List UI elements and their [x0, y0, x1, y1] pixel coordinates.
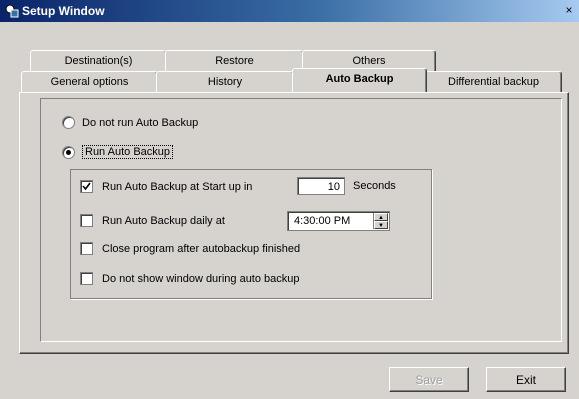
tab-destinations[interactable]: Destination(s) — [30, 50, 167, 71]
radio-run-auto-backup[interactable]: Run Auto Backup — [62, 145, 174, 159]
checkbox-hide-window[interactable] — [80, 272, 93, 285]
check-hide-window[interactable]: Do not show window during auto backup — [80, 272, 300, 285]
radio-circle[interactable] — [62, 116, 75, 129]
check-daily[interactable]: Run Auto Backup daily at — [80, 214, 225, 227]
checkmark-icon — [82, 182, 91, 191]
radio-circle-selected[interactable] — [62, 145, 75, 159]
daily-time-value: 4:30:00 PM — [294, 215, 351, 227]
checkbox-daily[interactable] — [80, 214, 93, 227]
tab-restore[interactable]: Restore — [165, 50, 304, 71]
tab-general-options[interactable]: General options — [21, 71, 158, 92]
title-bar: Setup Window — [0, 0, 579, 22]
checkbox-close-program[interactable] — [80, 242, 93, 255]
check-close-program[interactable]: Close program after autobackup finished — [80, 242, 300, 255]
checkbox-startup[interactable] — [80, 180, 93, 193]
app-icon — [5, 4, 19, 18]
check-startup[interactable]: Run Auto Backup at Start up in — [80, 180, 252, 193]
save-button[interactable]: Save — [389, 367, 469, 392]
radio-do-not-run[interactable]: Do not run Auto Backup — [62, 116, 198, 129]
exit-button[interactable]: Exit — [486, 367, 566, 392]
seconds-label: Seconds — [353, 180, 396, 192]
close-button[interactable]: × — [562, 4, 576, 17]
daily-time-picker[interactable]: 4:30:00 PM ▲ ▼ — [287, 211, 390, 231]
tab-differential-backup[interactable]: Differential backup — [425, 71, 562, 92]
time-spinner: ▲ ▼ — [373, 213, 388, 229]
startup-seconds-input[interactable]: 10 — [297, 177, 345, 195]
spin-up-icon[interactable]: ▲ — [374, 213, 388, 221]
window-title: Setup Window — [22, 4, 105, 18]
close-icon: × — [565, 3, 573, 17]
tab-auto-backup[interactable]: Auto Backup — [292, 68, 427, 92]
tab-history[interactable]: History — [156, 71, 294, 92]
spin-down-icon[interactable]: ▼ — [374, 221, 388, 229]
